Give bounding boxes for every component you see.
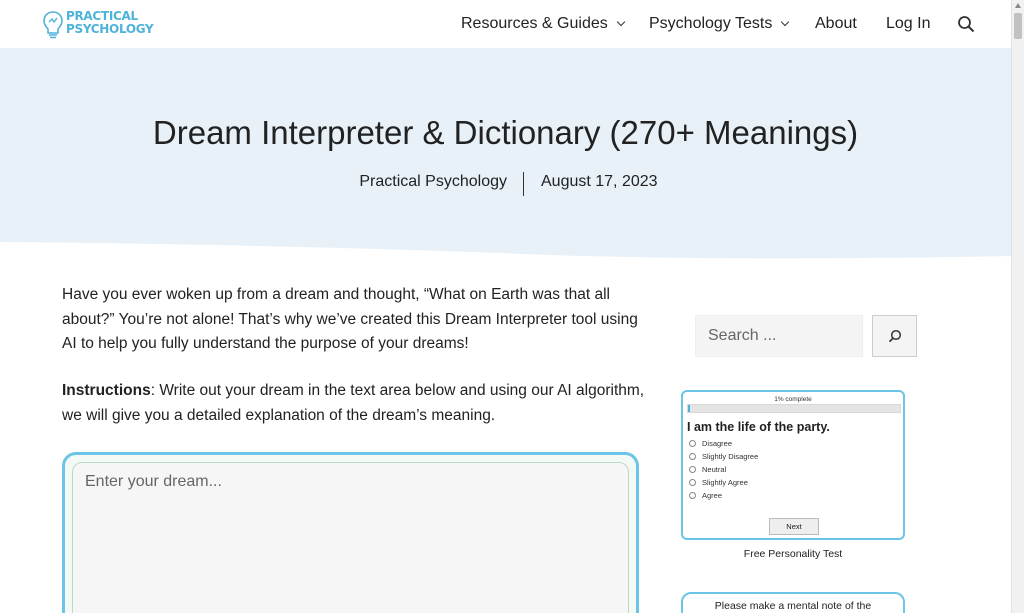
nav-resources-guides[interactable]: Resources & Guides [461, 15, 625, 33]
chevron-down-icon [781, 17, 790, 27]
quiz-progress-fill [688, 405, 691, 412]
scrollbar-thumb[interactable] [1014, 13, 1022, 39]
quiz-option[interactable]: Slightly Agree [689, 476, 758, 489]
nav-about-label: About [815, 15, 857, 32]
scroll-up-arrow-icon[interactable] [1015, 3, 1021, 8]
quiz-progress-bar [687, 404, 901, 413]
quiz-option-label: Slightly Agree [702, 478, 748, 487]
lightbulb-icon [43, 11, 63, 39]
quiz-option[interactable]: Disagree [689, 437, 758, 450]
nav-login[interactable]: Log In [886, 15, 930, 33]
sidebar-note-card: Please make a mental note of the [681, 592, 905, 613]
post-date: August 17, 2023 [541, 173, 658, 190]
search-icon [888, 329, 902, 343]
radio-button[interactable] [689, 453, 696, 460]
quiz-option-label: Slightly Disagree [702, 452, 759, 461]
quiz-option[interactable]: Neutral [689, 463, 758, 476]
radio-button[interactable] [689, 479, 696, 486]
sidebar-search-input[interactable] [695, 315, 863, 357]
logo-wordmark: PRACTICAL PSYCHOLOGY [66, 10, 154, 36]
quiz-question: I am the life of the party. [687, 420, 830, 434]
intro-paragraph: Have you ever woken up from a dream and … [62, 286, 638, 352]
radio-button[interactable] [689, 466, 696, 473]
quiz-option-label: Disagree [702, 439, 733, 448]
radio-button[interactable] [689, 440, 696, 447]
personality-quiz-widget: 1% complete I am the life of the party. … [681, 390, 905, 540]
page-title: Dream Interpreter & Dictionary (270+ Mea… [152, 114, 859, 151]
search-icon[interactable] [957, 15, 975, 33]
instructions-paragraph: Instructions: Write out your dream in th… [62, 379, 647, 428]
dream-textarea[interactable] [72, 462, 629, 613]
quiz-options: Disagree Slightly Disagree Neutral Sligh… [689, 437, 758, 502]
hero-banner [0, 48, 1011, 260]
logo-line-2: PSYCHOLOGY [66, 22, 154, 36]
radio-button[interactable] [689, 492, 696, 499]
chevron-down-icon [616, 17, 625, 27]
quiz-caption-link[interactable]: Free Personality Test [681, 548, 905, 560]
meta-divider [523, 172, 524, 196]
hero-background [0, 48, 1011, 259]
nav-tests-label: Psychology Tests [649, 15, 773, 32]
nav-resources-label: Resources & Guides [461, 15, 608, 32]
post-meta: Practical Psychology August 17, 2023 [0, 172, 1011, 196]
site-logo[interactable]: PRACTICAL PSYCHOLOGY [42, 8, 154, 40]
nav-about[interactable]: About [815, 15, 857, 33]
page-scrollbar[interactable] [1011, 0, 1024, 613]
quiz-progress-label: 1% complete [774, 396, 812, 403]
quiz-option[interactable]: Agree [689, 489, 758, 502]
quiz-option-label: Neutral [702, 465, 727, 474]
dream-form [62, 452, 639, 613]
quiz-next-button[interactable]: Next [769, 518, 819, 535]
quiz-option[interactable]: Slightly Disagree [689, 450, 758, 463]
instructions-label: Instructions [62, 382, 151, 399]
quiz-option-label: Agree [702, 491, 723, 500]
nav-psychology-tests[interactable]: Psychology Tests [649, 15, 790, 33]
note-text: Please make a mental note of the [714, 600, 872, 612]
site-header: PRACTICAL PSYCHOLOGY Resources & Guides … [0, 0, 1011, 48]
nav-login-label: Log In [886, 15, 931, 32]
post-author[interactable]: Practical Psychology [359, 173, 507, 191]
sidebar-search-button[interactable] [872, 315, 917, 357]
